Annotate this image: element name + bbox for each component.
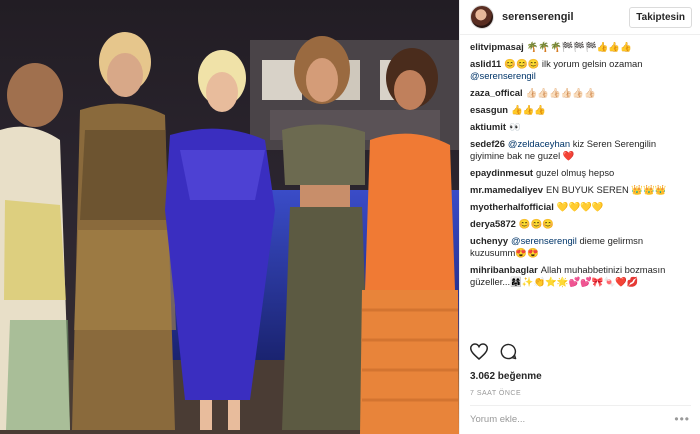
comment-text: 👍🏻👍🏻👍🏻👍🏻👍🏻👍🏻 bbox=[525, 87, 596, 98]
comment-text: 👀 bbox=[508, 121, 521, 132]
comment-username[interactable]: aslid11 bbox=[470, 58, 501, 69]
comment-item: zaza_offical 👍🏻👍🏻👍🏻👍🏻👍🏻👍🏻 bbox=[470, 87, 690, 99]
comment-text: guzel olmuş hepso bbox=[536, 167, 615, 178]
comment-username[interactable]: elitvipmasaj bbox=[470, 41, 524, 52]
comment-text: 😊😊😊 ilk yorum gelsin ozaman bbox=[504, 58, 643, 69]
comment-text: 🌴🌴🌴🏁🏁🏁👍👍👍 bbox=[526, 41, 632, 52]
comment-item: aslid11 😊😊😊 ilk yorum gelsin ozaman @sere… bbox=[470, 58, 690, 82]
comment-item: myotherhalfofficial 💛💛💛💛 bbox=[470, 201, 690, 213]
comment-item: elitvipmasaj 🌴🌴🌴🏁🏁🏁👍👍👍 bbox=[470, 41, 690, 53]
post-header: serenserengil Takiptesin bbox=[460, 0, 700, 35]
comment-mention[interactable]: @serenserengil bbox=[470, 70, 536, 81]
heart-icon[interactable] bbox=[469, 343, 489, 365]
divider bbox=[470, 405, 691, 406]
comment-text: 💛💛💛💛 bbox=[556, 201, 604, 212]
comment-username[interactable]: uchenyy bbox=[470, 235, 508, 246]
comment-item: mihribanbaglar Allah muhabbetinizi bozmas… bbox=[470, 264, 690, 288]
follow-button[interactable]: Takiptesin bbox=[629, 6, 692, 28]
post-side-panel: serenserengil Takiptesin elitvipmasaj 🌴🌴🌴… bbox=[459, 0, 700, 434]
comment-icon[interactable] bbox=[500, 343, 517, 365]
comment-list: elitvipmasaj 🌴🌴🌴🏁🏁🏁👍👍👍 aslid11 😊😊😊 ilk yor… bbox=[460, 35, 700, 288]
comment-mention[interactable]: @zeldaceyhan bbox=[508, 138, 570, 149]
comment-item: uchenyy @serenserengil dieme gelirmsn kuz… bbox=[470, 235, 690, 259]
avatar[interactable] bbox=[470, 5, 494, 29]
comment-item: sedef26 @zeldaceyhan kiz Seren Serengilin… bbox=[470, 138, 690, 162]
comment-username[interactable]: aktiumit bbox=[470, 121, 506, 132]
comment-text: EN BUYUK SEREN 👑👑👑 bbox=[545, 184, 667, 195]
comment-username[interactable]: derya5872 bbox=[470, 218, 516, 229]
photo-illustration bbox=[0, 0, 459, 434]
comment-item: aktiumit 👀 bbox=[470, 121, 690, 133]
post-username[interactable]: serenserengil bbox=[502, 11, 629, 23]
comment-username[interactable]: sedef26 bbox=[470, 138, 505, 149]
more-options-icon[interactable]: ••• bbox=[674, 412, 690, 426]
comment-username[interactable]: mihribanbaglar bbox=[470, 264, 538, 275]
comment-username[interactable]: esasgun bbox=[470, 104, 508, 115]
comment-username[interactable]: epaydinmesut bbox=[470, 167, 533, 178]
comment-item: esasgun 👍👍👍 bbox=[470, 104, 690, 116]
instagram-post-view: serenserengil Takiptesin elitvipmasaj 🌴🌴🌴… bbox=[0, 0, 700, 434]
comment-username[interactable]: mr.mamedaliyev bbox=[470, 184, 543, 195]
comment-username[interactable]: zaza_offical bbox=[470, 87, 523, 98]
post-timestamp: 7 SAAT ÖNCE bbox=[470, 390, 522, 397]
add-comment-input[interactable]: Yorum ekle... bbox=[470, 414, 525, 425]
comment-text: 😊😊😊 bbox=[518, 218, 554, 229]
like-count[interactable]: 3.062 beğenme bbox=[470, 371, 542, 382]
comment-username[interactable]: myotherhalfofficial bbox=[470, 201, 554, 212]
post-photo[interactable] bbox=[0, 0, 459, 434]
post-actions bbox=[469, 343, 517, 365]
comment-text: 👍👍👍 bbox=[511, 104, 547, 115]
comment-mention[interactable]: @serenserengil bbox=[511, 235, 577, 246]
comment-item: mr.mamedaliyev EN BUYUK SEREN 👑👑👑 bbox=[470, 184, 690, 196]
comment-item: epaydinmesut guzel olmuş hepso bbox=[470, 167, 690, 179]
comment-item: derya5872 😊😊😊 bbox=[470, 218, 690, 230]
